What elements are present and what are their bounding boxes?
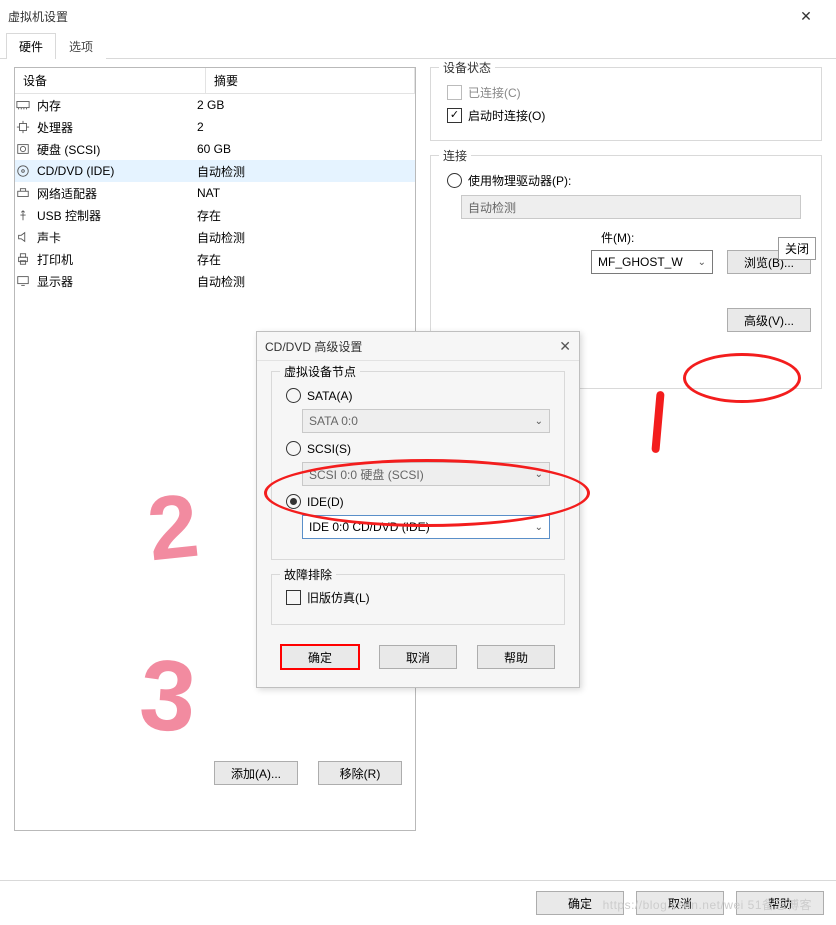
label-scsi: SCSI(S) — [307, 442, 351, 456]
device-row[interactable]: 硬盘 (SCSI) 60 GB — [15, 138, 415, 160]
close-icon[interactable]: ✕ — [784, 8, 828, 25]
sound-icon — [15, 229, 31, 245]
dialog-help-button[interactable]: 帮助 — [477, 645, 555, 669]
combo-scsi-value: SCSI 0:0 硬盘 (SCSI) — [309, 466, 424, 483]
chevron-down-icon: ⌄ — [535, 416, 543, 427]
radio-scsi[interactable] — [286, 441, 301, 456]
cd-icon — [15, 163, 31, 179]
group-legend-trouble: 故障排除 — [280, 566, 336, 583]
group-device-status: 设备状态 已连接(C) 启动时连接(O) — [430, 67, 822, 141]
device-row[interactable]: CD/DVD (IDE) 自动检测 — [15, 160, 415, 182]
device-summary: 存在 — [197, 207, 221, 224]
group-legend: 设备状态 — [439, 59, 495, 76]
footer: 确定 取消 帮助 — [0, 880, 836, 925]
radio-physical-drive[interactable] — [447, 173, 462, 188]
combo-iso-value: MF_GHOST_W — [598, 255, 683, 269]
device-row[interactable]: 处理器 2 — [15, 116, 415, 138]
combo-iso-file[interactable]: MF_GHOST_W ⌄ — [591, 250, 713, 274]
radio-ide[interactable] — [286, 494, 301, 509]
chevron-down-icon: ⌄ — [698, 257, 706, 268]
label-connect-on-start: 启动时连接(O) — [468, 107, 545, 124]
device-name: 处理器 — [37, 119, 73, 136]
device-summary: 2 — [197, 120, 204, 134]
checkbox-legacy-emulation[interactable] — [286, 590, 301, 605]
device-name: 显示器 — [37, 273, 73, 290]
device-row[interactable]: 内存 2 GB — [15, 94, 415, 116]
tabstrip: 硬件 选项 — [0, 32, 836, 59]
device-summary: 自动检测 — [197, 273, 245, 290]
device-name: 网络适配器 — [37, 185, 97, 202]
device-name: CD/DVD (IDE) — [37, 164, 114, 178]
cancel-button[interactable]: 取消 — [636, 891, 724, 915]
device-name: USB 控制器 — [37, 207, 101, 224]
checkbox-connect-on-start[interactable] — [447, 108, 462, 123]
group-virtual-node: 虚拟设备节点 SATA(A) SATA 0:0⌄ SCSI(S) SCSI 0:… — [271, 371, 565, 560]
device-name: 硬盘 (SCSI) — [37, 141, 100, 158]
checkbox-connected — [447, 85, 462, 100]
col-device[interactable]: 设备 — [15, 68, 206, 93]
col-summary[interactable]: 摘要 — [206, 68, 415, 93]
device-summary: 自动检测 — [197, 163, 245, 180]
ok-button[interactable]: 确定 — [536, 891, 624, 915]
tab-options[interactable]: 选项 — [56, 33, 106, 59]
add-button[interactable]: 添加(A)... — [214, 761, 298, 785]
device-summary: 60 GB — [197, 142, 231, 156]
dialog-title: CD/DVD 高级设置 — [265, 338, 362, 355]
combo-scsi: SCSI 0:0 硬盘 (SCSI) ⌄ — [302, 462, 550, 486]
combo-ide-value: IDE 0:0 CD/DVD (IDE) — [309, 520, 430, 534]
advanced-button[interactable]: 高级(V)... — [727, 308, 811, 332]
memory-icon — [15, 97, 31, 113]
hdd-icon — [15, 141, 31, 157]
usb-icon — [15, 207, 31, 223]
radio-sata[interactable] — [286, 388, 301, 403]
remove-button[interactable]: 移除(R) — [318, 761, 402, 785]
display-icon — [15, 273, 31, 289]
close-badge[interactable]: 关闭 — [778, 237, 816, 260]
printer-icon — [15, 251, 31, 267]
combo-ide[interactable]: IDE 0:0 CD/DVD (IDE) ⌄ — [302, 515, 550, 539]
device-row[interactable]: 打印机 存在 — [15, 248, 415, 270]
device-row[interactable]: 网络适配器 NAT — [15, 182, 415, 204]
combo-sata-value: SATA 0:0 — [309, 414, 358, 428]
dialog-close-icon[interactable]: ✕ — [559, 338, 571, 355]
combo-physical-drive: 自动检测 — [461, 195, 801, 219]
device-summary: NAT — [197, 186, 220, 200]
device-summary: 自动检测 — [197, 229, 245, 246]
label-connected: 已连接(C) — [468, 84, 521, 101]
group-legend-connection: 连接 — [439, 147, 471, 164]
chevron-down-icon: ⌄ — [535, 522, 543, 533]
label-legacy-emulation: 旧版仿真(L) — [307, 589, 370, 606]
help-button[interactable]: 帮助 — [736, 891, 824, 915]
dialog-cancel-button[interactable]: 取消 — [379, 645, 457, 669]
combo-sata: SATA 0:0 ⌄ — [302, 409, 550, 433]
annotation-number-3: 3 — [136, 637, 200, 756]
device-summary: 2 GB — [197, 98, 224, 112]
tab-hardware[interactable]: 硬件 — [6, 33, 56, 59]
device-name: 内存 — [37, 97, 61, 114]
cpu-icon — [15, 119, 31, 135]
net-icon — [15, 185, 31, 201]
device-row[interactable]: 显示器 自动检测 — [15, 270, 415, 292]
combo-physical-value: 自动检测 — [468, 199, 516, 216]
device-summary: 存在 — [197, 251, 221, 268]
window-title: 虚拟机设置 — [8, 8, 784, 25]
annotation-number-2: 2 — [143, 475, 204, 583]
device-name: 打印机 — [37, 251, 73, 268]
device-row[interactable]: 声卡 自动检测 — [15, 226, 415, 248]
label-sata: SATA(A) — [307, 389, 353, 403]
chevron-down-icon: ⌄ — [535, 469, 543, 480]
advanced-dialog: CD/DVD 高级设置 ✕ 虚拟设备节点 SATA(A) SATA 0:0⌄ S — [256, 331, 580, 688]
group-legend-node: 虚拟设备节点 — [280, 363, 360, 380]
label-iso-file-tail: 件(M): — [601, 231, 634, 245]
dialog-ok-button[interactable]: 确定 — [281, 645, 359, 669]
device-name: 声卡 — [37, 229, 61, 246]
label-physical-drive: 使用物理驱动器(P): — [468, 172, 571, 189]
label-ide: IDE(D) — [307, 495, 344, 509]
group-troubleshoot: 故障排除 旧版仿真(L) — [271, 574, 565, 625]
device-row[interactable]: USB 控制器 存在 — [15, 204, 415, 226]
